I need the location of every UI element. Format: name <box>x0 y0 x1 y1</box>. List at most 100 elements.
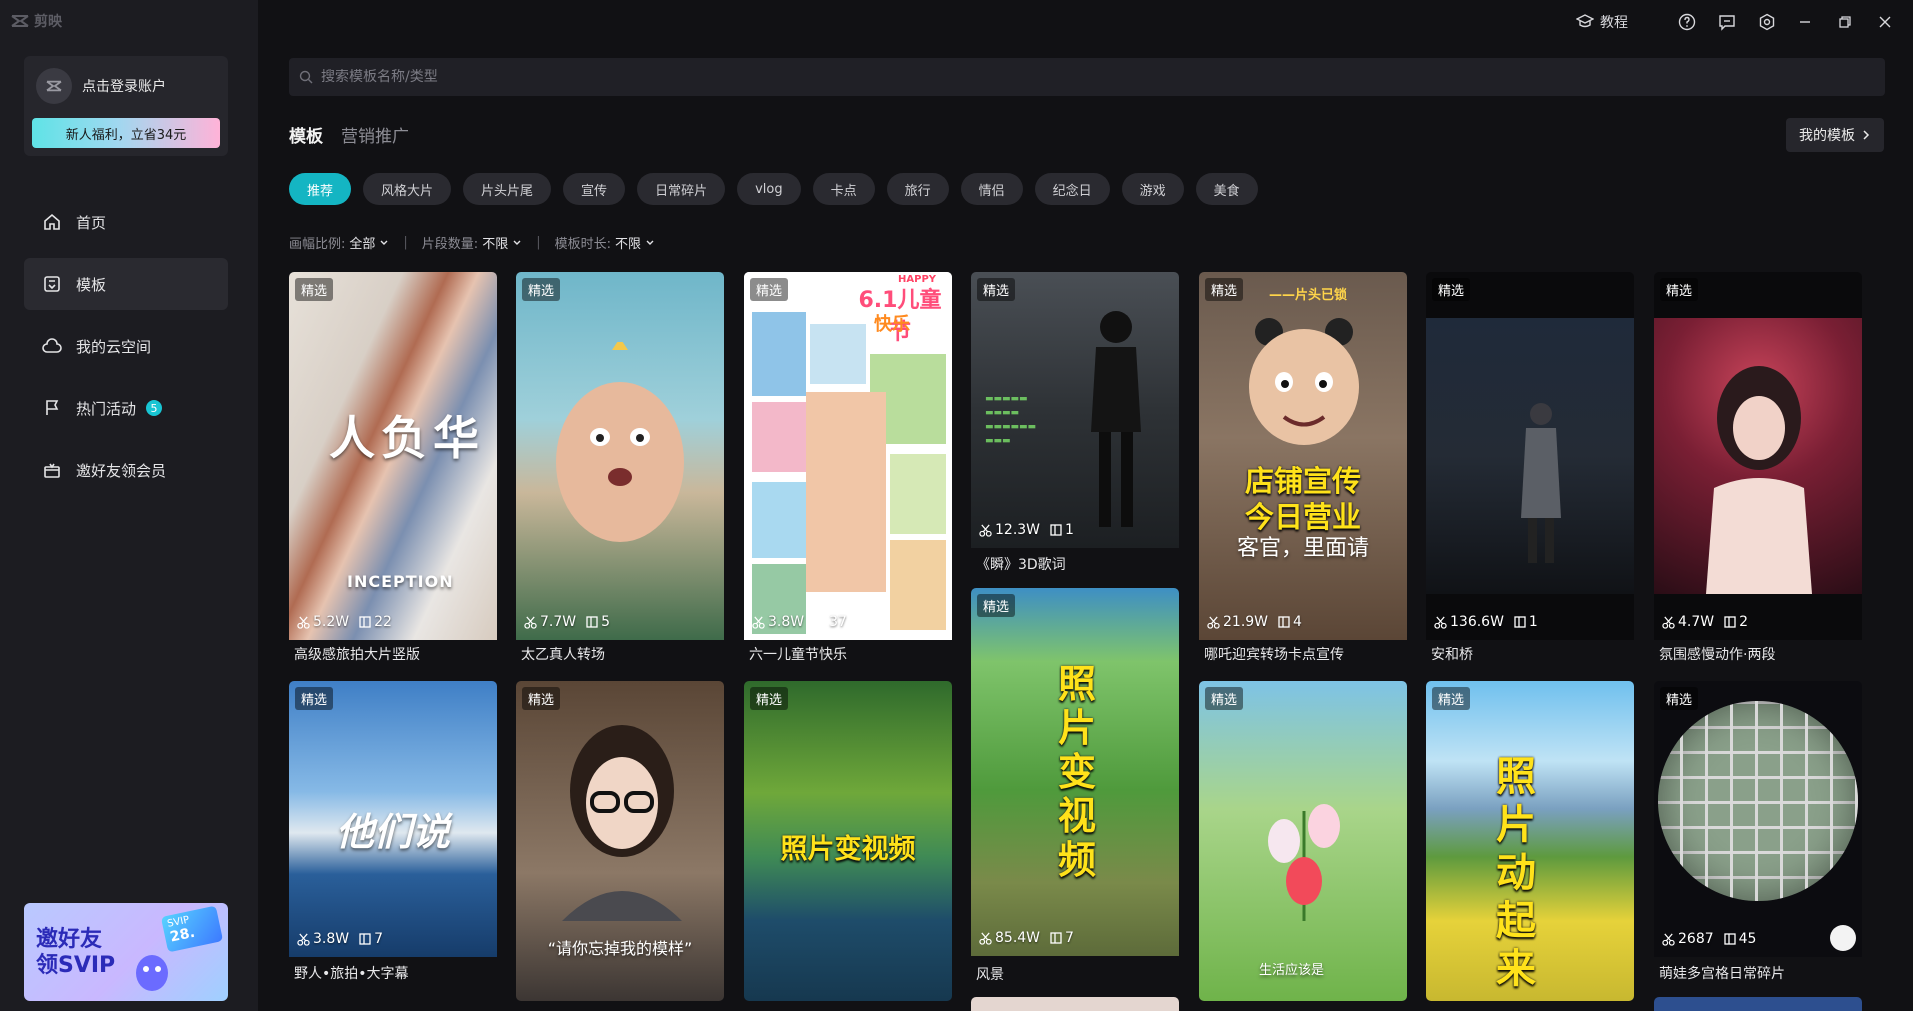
uses-count: 21.9W <box>1207 614 1268 630</box>
chip-vlog[interactable]: vlog <box>737 173 801 205</box>
chevron-down-icon <box>380 240 388 245</box>
night-street-image <box>1426 318 1634 594</box>
template-card[interactable]: 他们说 精选 3.8W 7 野人•旅拍•大字幕 <box>289 681 497 991</box>
feedback-button[interactable] <box>1718 10 1736 34</box>
filter-label: 片段数量: <box>421 237 479 252</box>
svip-line2: 领SVIP <box>36 953 116 978</box>
template-thumbnail <box>1426 272 1634 640</box>
template-stats: 136.6W 1 <box>1434 614 1538 630</box>
chip-game[interactable]: 游戏 <box>1121 173 1184 205</box>
chip-intro-outro[interactable]: 片头片尾 <box>463 173 552 205</box>
clips-icon <box>1050 524 1062 536</box>
template-title: 氛围感慢动作·两段 <box>1659 647 1776 663</box>
uses-value: 4.7W <box>1678 614 1715 630</box>
template-card[interactable]: 照片动起来 精选 <box>1426 681 1634 1001</box>
chip-food[interactable]: 美食 <box>1195 173 1258 205</box>
template-card-partial[interactable] <box>971 997 1179 1011</box>
filter-bar: 画幅比例: 全部 | 片段数量: 不限 | 模板时长: 不限 <box>289 233 655 252</box>
login-button[interactable]: 点击登录账户 <box>36 68 166 104</box>
sidebar-item-cloud[interactable]: 我的云空间 <box>24 320 228 372</box>
my-templates-label: 我的模板 <box>1799 128 1855 144</box>
clips-icon <box>586 616 598 628</box>
person-silhouette-image <box>1091 311 1141 527</box>
scissors-icon <box>297 933 310 946</box>
settings-button[interactable] <box>1758 10 1776 34</box>
template-card[interactable]: 照片变视频 精选 85.4W 7 风景 <box>971 588 1179 986</box>
flower-image <box>1268 804 1340 921</box>
template-thumbnail <box>516 272 724 640</box>
aspect-ratio-filter[interactable]: 画幅比例: 全部 <box>289 233 389 252</box>
chip-recommended[interactable]: 推荐 <box>289 173 352 205</box>
featured-tag: 精选 <box>1660 687 1699 710</box>
thumbnail-overlay-text: 生活应该是 <box>1259 963 1325 978</box>
graduation-cap-icon <box>1576 14 1594 28</box>
clip-count-filter[interactable]: 片段数量: 不限 <box>422 233 522 252</box>
scissors-icon <box>979 524 992 537</box>
chip-travel[interactable]: 旅行 <box>886 173 949 205</box>
template-card[interactable]: 精选 2687 45 萌娃多宫格日常碎片 <box>1654 681 1862 991</box>
my-templates-button[interactable]: 我的模板 <box>1786 118 1884 152</box>
category-chips: 推荐 风格大片 片头片尾 宣传 日常碎片 vlog 卡点 旅行 情侣 纪念日 游… <box>289 173 1258 205</box>
clips-icon <box>1050 932 1062 944</box>
app-window: 剪映 点击登录账户 新人福利，立省34元 首页 模板 我的云空间 热门活动 5 … <box>0 0 1913 1011</box>
template-thumbnail: 6.1儿童节 快乐 HAPPY <box>744 272 952 640</box>
sidebar-item-templates[interactable]: 模板 <box>24 258 228 310</box>
template-card[interactable]: 6.1儿童节 快乐 HAPPY 精选 3.8W 37 六一儿童节快乐 <box>744 272 952 664</box>
clip-count: 1 <box>1514 614 1538 630</box>
template-thumbnail <box>1654 681 1862 957</box>
search-input[interactable] <box>321 69 1821 85</box>
featured-tag: 精选 <box>977 278 1016 301</box>
duration-filter[interactable]: 模板时长: 不限 <box>555 233 655 252</box>
clip-count: 45 <box>1723 931 1756 947</box>
gear-icon <box>1759 13 1775 31</box>
restore-icon <box>1839 16 1851 28</box>
featured-tag: 精选 <box>1432 687 1471 710</box>
chip-promo[interactable]: 宣传 <box>563 173 626 205</box>
sticker-icon <box>1830 925 1856 951</box>
template-card[interactable]: ▬▬▬▬▬ ▬▬▬▬ ▬▬▬▬▬▬ ▬▬▬ 精选 12.3W 1 《瞬》3D歌词 <box>971 272 1179 576</box>
help-button[interactable] <box>1678 10 1696 34</box>
avatar <box>36 68 72 104</box>
sidebar-item-events[interactable]: 热门活动 5 <box>24 382 228 434</box>
template-card[interactable]: 精选 4.7W 2 氛围感慢动作·两段 <box>1654 272 1862 664</box>
sidebar-item-label: 热门活动 <box>76 399 137 418</box>
chip-daily[interactable]: 日常碎片 <box>637 173 726 205</box>
clips-value: 1 <box>1065 522 1074 538</box>
clip-count: 2 <box>1724 614 1748 630</box>
template-card[interactable]: 照片变视频 精选 <box>744 681 952 1001</box>
chevron-down-icon <box>646 240 654 245</box>
template-card[interactable]: 精选 136.6W 1 安和桥 <box>1426 272 1634 664</box>
thumbnail-overlay-text: “请你忘掉我的模样” <box>547 939 693 958</box>
clips-value: 5 <box>601 614 611 630</box>
tab-templates[interactable]: 模板 <box>289 122 323 147</box>
restore-button[interactable] <box>1838 10 1852 34</box>
capcut-logo-icon <box>11 15 29 27</box>
featured-tag: 精选 <box>977 594 1016 617</box>
chip-style[interactable]: 风格大片 <box>363 173 452 205</box>
tab-marketing[interactable]: 营销推广 <box>341 122 409 147</box>
thumbnail-overlay-text: 人负华 <box>329 411 485 465</box>
clips-value: 37 <box>829 614 847 630</box>
chip-beat-sync[interactable]: 卡点 <box>812 173 875 205</box>
sidebar-item-home[interactable]: 首页 <box>24 196 228 248</box>
search-bar[interactable] <box>289 58 1885 96</box>
chip-couple[interactable]: 情侣 <box>960 173 1023 205</box>
chip-anniversary[interactable]: 纪念日 <box>1034 173 1110 205</box>
template-card[interactable]: 生活应该是 精选 <box>1199 681 1407 1001</box>
template-card-partial[interactable] <box>1654 997 1862 1011</box>
template-card[interactable]: 精选 7.7W 5 太乙真人转场 <box>516 272 724 664</box>
invite-svip-banner[interactable]: 邀好友 领SVIP SVIP 28. <box>24 903 228 1001</box>
login-label: 点击登录账户 <box>82 79 166 95</box>
sidebar-item-invite[interactable]: 邀好友领会员 <box>24 444 228 496</box>
template-card[interactable]: “请你忘掉我的模样” 精选 <box>516 681 724 1001</box>
filter-value: 不限 <box>482 237 509 252</box>
new-user-promo-button[interactable]: 新人福利，立省34元 <box>32 118 220 148</box>
template-card[interactable]: 人负华 INCEPTION 精选 5.2W 22 高级感旅拍大片竖版 <box>289 272 497 664</box>
close-button[interactable] <box>1878 10 1892 34</box>
clip-count: 7 <box>1050 930 1074 946</box>
thumbnail-overlay-text: 快乐 <box>874 314 910 335</box>
tutorial-button[interactable]: 教程 <box>1576 10 1628 34</box>
template-card[interactable]: ——片头已锁 店铺宣传 今日营业 客官，里面请 精选 21.9W 4 哪吒迎宾转… <box>1199 272 1407 664</box>
minimize-button[interactable] <box>1798 10 1812 34</box>
featured-tag: 精选 <box>1660 278 1699 301</box>
